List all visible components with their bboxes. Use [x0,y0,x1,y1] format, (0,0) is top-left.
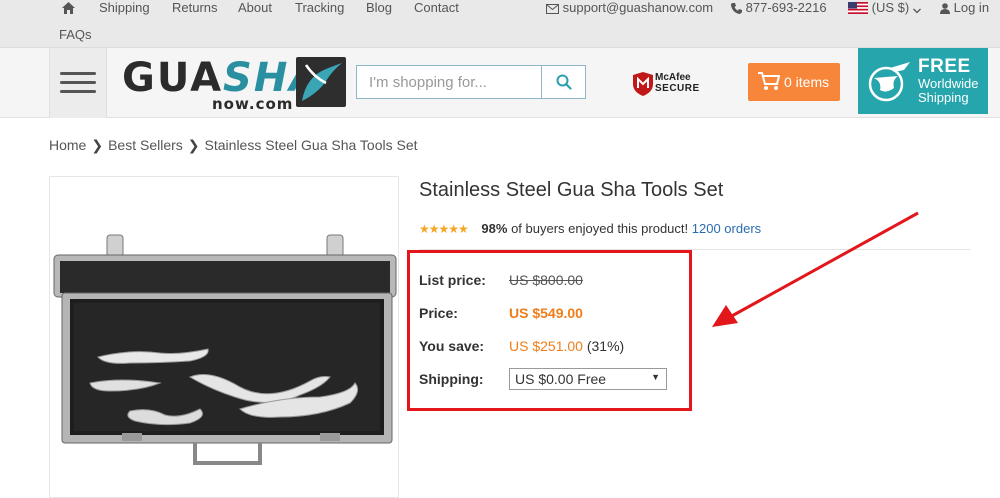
email-link[interactable]: support@guashanow.com [546,0,713,16]
breadcrumb-home[interactable]: Home [49,137,86,153]
cart-button[interactable]: 0 items [748,63,840,101]
menu-icon-bar [60,90,96,93]
rating-stars-icon: ★★★★★ [419,222,469,236]
breadcrumb-best-sellers[interactable]: Best Sellers [108,137,183,153]
phone-link[interactable]: 877-693-2216 [731,0,827,16]
chevron-down-icon [912,8,921,14]
shipping-banner-free: FREE [918,56,971,77]
search-bar [356,65,586,99]
currency-selector[interactable]: (US $) [848,0,921,16]
mcafee-shield-icon [633,72,653,96]
email-text: support@guashanow.com [562,0,714,15]
globe-plane-icon [868,62,910,102]
annotation-arrow-icon [712,211,919,327]
shipping-banner-shipping: Shipping [918,90,969,105]
site-header: GUASHA now.com McAfee SECURE 0 items FRE… [0,48,1000,118]
phone-icon [731,3,742,14]
breadcrumb-current: Stainless Steel Gua Sha Tools Set [204,137,418,153]
nav-contact[interactable]: Contact [414,0,459,16]
login-text: Log in [953,0,990,15]
search-input[interactable] [357,66,541,98]
menu-button[interactable] [49,48,107,118]
envelope-icon [546,4,559,14]
user-icon [940,3,950,14]
search-button[interactable] [541,66,585,98]
nav-faqs[interactable]: FAQs [59,27,92,43]
site-logo[interactable]: GUASHA now.com [120,55,348,113]
buyers-percent: 98% [481,221,508,236]
chevron-right-icon: ❯ [187,137,200,153]
mcafee-brand: McAfee [655,72,691,83]
chevron-right-icon: ❯ [91,137,104,153]
cart-label: 0 items [784,74,830,90]
cart-icon [758,72,780,90]
breadcrumb: Home ❯ Best Sellers ❯ Stainless Steel Gua Sh… [49,137,418,154]
shipping-banner-worldwide: Worldwide [918,76,979,91]
nav-blog[interactable]: Blog [366,0,392,16]
free-shipping-banner[interactable]: FREE Worldwide Shipping [858,48,988,114]
mcafee-secure-text: SECURE [655,83,700,94]
search-icon [556,74,572,90]
nav-about[interactable]: About [238,0,272,16]
product-image[interactable] [49,176,399,498]
us-flag-icon [848,2,868,14]
logo-subtext: now.com [212,95,294,113]
top-bar: Shipping Returns About Tracking Blog Con… [0,0,1000,48]
phone-text: 877-693-2216 [745,0,827,15]
buyers-text: of buyers enjoyed this product! [511,221,689,236]
nav-shipping[interactable]: Shipping [99,0,150,16]
menu-icon-bar [60,72,96,75]
nav-returns[interactable]: Returns [172,0,218,16]
annotation-highlight-box [407,250,692,411]
home-icon[interactable] [62,0,75,16]
nav-tracking[interactable]: Tracking [295,0,344,16]
menu-icon-bar [60,81,96,84]
currency-text: (US $) [871,0,910,15]
mcafee-secure-badge[interactable]: McAfee SECURE [633,72,700,96]
product-title: Stainless Steel Gua Sha Tools Set [419,179,724,201]
login-link[interactable]: Log in [940,0,989,16]
logo-mark-icon [296,57,346,107]
